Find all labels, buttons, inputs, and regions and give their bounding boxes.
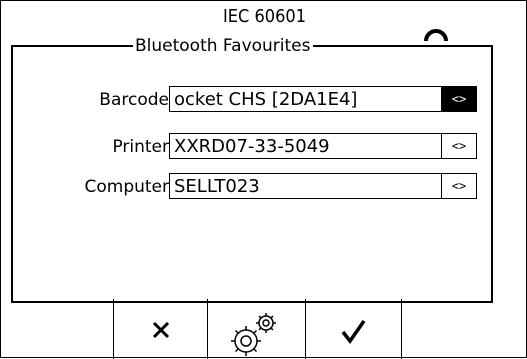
computer-value: SELLT023 <box>174 176 260 197</box>
printer-row: Printer XXRD07-33-5049 <> <box>13 133 491 161</box>
computer-picker-button[interactable]: <> <box>441 174 476 198</box>
barcode-row: Barcode ocket CHS [2DA1E4] <> <box>13 86 491 114</box>
softkey-divider <box>401 299 403 359</box>
printer-picker-button[interactable]: <> <box>441 134 476 158</box>
printer-label: Printer <box>112 137 169 157</box>
settings-softkey[interactable] <box>207 299 306 359</box>
close-icon <box>152 321 170 339</box>
checkmark-icon <box>341 319 366 344</box>
gears-icon <box>231 313 276 356</box>
computer-row: Computer SELLT023 <> <box>13 173 491 201</box>
barcode-value: ocket CHS [2DA1E4] <box>174 89 358 110</box>
printer-field[interactable]: XXRD07-33-5049 <> <box>169 133 477 159</box>
barcode-label: Barcode <box>99 90 169 110</box>
computer-label: Computer <box>84 177 169 197</box>
dialog-title: Bluetooth Favourites <box>133 35 313 57</box>
device-screen: IEC 60601 Bluetooth Favourites Barcode o… <box>0 0 527 359</box>
softkey-bar <box>1 299 527 359</box>
cancel-softkey[interactable] <box>113 299 208 359</box>
bluetooth-favourites-dialog: Bluetooth Favourites Barcode ocket CHS [… <box>11 35 493 303</box>
status-arc-icon <box>424 29 448 42</box>
barcode-field[interactable]: ocket CHS [2DA1E4] <> <box>169 86 477 112</box>
printer-value: XXRD07-33-5049 <box>174 136 330 157</box>
confirm-softkey[interactable] <box>305 299 402 359</box>
computer-field[interactable]: SELLT023 <> <box>169 173 477 199</box>
barcode-picker-button[interactable]: <> <box>441 87 476 111</box>
